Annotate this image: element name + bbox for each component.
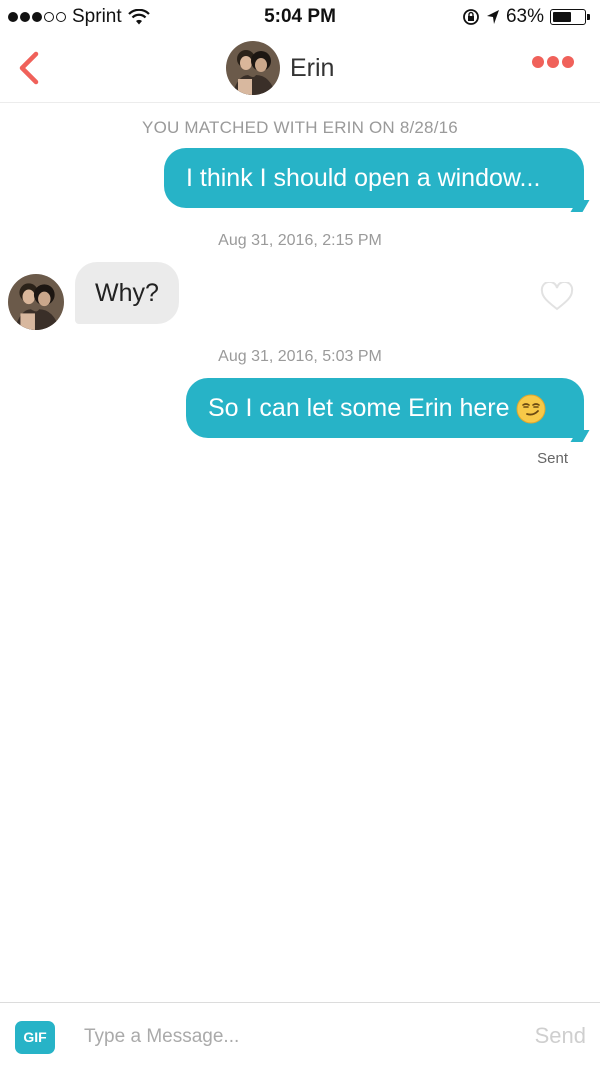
chat-header: Erin <box>0 34 600 103</box>
heart-icon[interactable] <box>540 282 574 312</box>
outgoing-message[interactable]: I think I should open a window... <box>164 148 584 208</box>
gif-button[interactable]: GIF <box>15 1021 55 1054</box>
match-banner: YOU MATCHED WITH ERIN ON 8/28/16 <box>142 118 458 137</box>
contact-name[interactable]: Erin <box>290 54 334 83</box>
more-options-button[interactable] <box>532 56 574 68</box>
sender-avatar[interactable] <box>8 274 64 330</box>
message-composer: GIF Send <box>0 1002 600 1068</box>
chevron-left-icon <box>19 51 39 85</box>
incoming-message[interactable]: Why? <box>75 262 179 324</box>
contact-avatar[interactable] <box>226 41 280 95</box>
outgoing-message[interactable]: So I can let some Erin here <box>186 378 584 438</box>
delivery-status: Sent <box>537 450 568 467</box>
message-text: So I can let some Erin here <box>208 394 510 422</box>
message-timestamp: Aug 31, 2016, 5:03 PM <box>218 348 382 365</box>
status-right: 63% <box>462 6 590 28</box>
rotation-lock-icon <box>463 9 479 25</box>
avatar-photo <box>8 274 64 330</box>
smirking-face-emoji <box>516 394 546 424</box>
battery-percent: 63% <box>505 6 544 27</box>
status-bar: Sprint 5:04 PM 63% <box>0 0 600 34</box>
avatar-photo <box>226 41 280 95</box>
message-input[interactable] <box>84 1019 484 1055</box>
back-button[interactable] <box>10 46 50 90</box>
message-timestamp: Aug 31, 2016, 2:15 PM <box>218 232 382 249</box>
send-button[interactable]: Send <box>535 1023 586 1049</box>
battery-icon <box>550 9 590 25</box>
location-arrow-icon <box>486 10 499 24</box>
more-dots-icon <box>532 56 544 68</box>
